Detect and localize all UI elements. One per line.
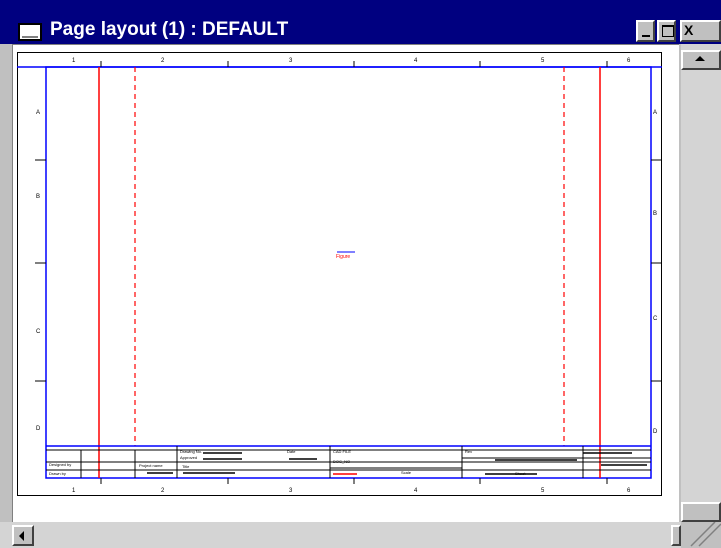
scroll-up-arrow-icon[interactable] [681,50,721,70]
sheet-outer-border [17,52,662,496]
page-layout-sheet: 1 2 3 4 5 6 1 2 3 4 5 6 A B C D A B C D … [17,52,662,496]
left-ruler-label: A [36,110,40,116]
title-block-doc-no: DOC_NO [333,459,350,464]
scroll-right-arrow-icon[interactable] [671,525,681,546]
resize-grip-icon[interactable] [681,522,721,548]
left-ruler-label: B [36,194,40,200]
window-title-bar[interactable]: Page layout (1) : DEFAULT [0,0,721,44]
title-block-rev: Rev [465,449,472,454]
left-ruler-label: C [36,329,41,335]
title-block-title: Title [182,464,190,469]
vertical-scrollbar[interactable] [681,44,721,522]
title-block-designed-by: Designed by [49,462,71,467]
title-block-drawing-number: Drawing No. [180,449,202,454]
title-block-project-name: Project name [139,463,163,468]
right-ruler-label: A [653,110,657,116]
close-button[interactable]: X [680,20,721,42]
maximize-button[interactable] [657,20,676,42]
right-ruler-label: B [653,211,657,217]
scroll-left-arrow-icon[interactable] [12,525,34,546]
title-block-drawn-by: Drawn by [49,471,66,476]
title-block-cad-file: CAD FILE [333,449,351,454]
window-title: Page layout (1) : DEFAULT [50,19,289,40]
right-ruler-label: D [653,429,658,435]
minimize-button[interactable] [636,20,655,42]
scroll-down-arrow-icon[interactable] [681,502,721,522]
title-block-scale: Scale [401,470,412,475]
page-layout-window-icon[interactable] [18,23,42,41]
horizontal-scrollbar[interactable] [0,522,681,548]
right-ruler-label: C [653,316,658,322]
left-ruler-label: D [36,426,41,432]
title-block-date: Date [287,449,296,454]
title-block-approved: Approved [180,455,197,460]
figure-label: Figure [336,254,350,260]
